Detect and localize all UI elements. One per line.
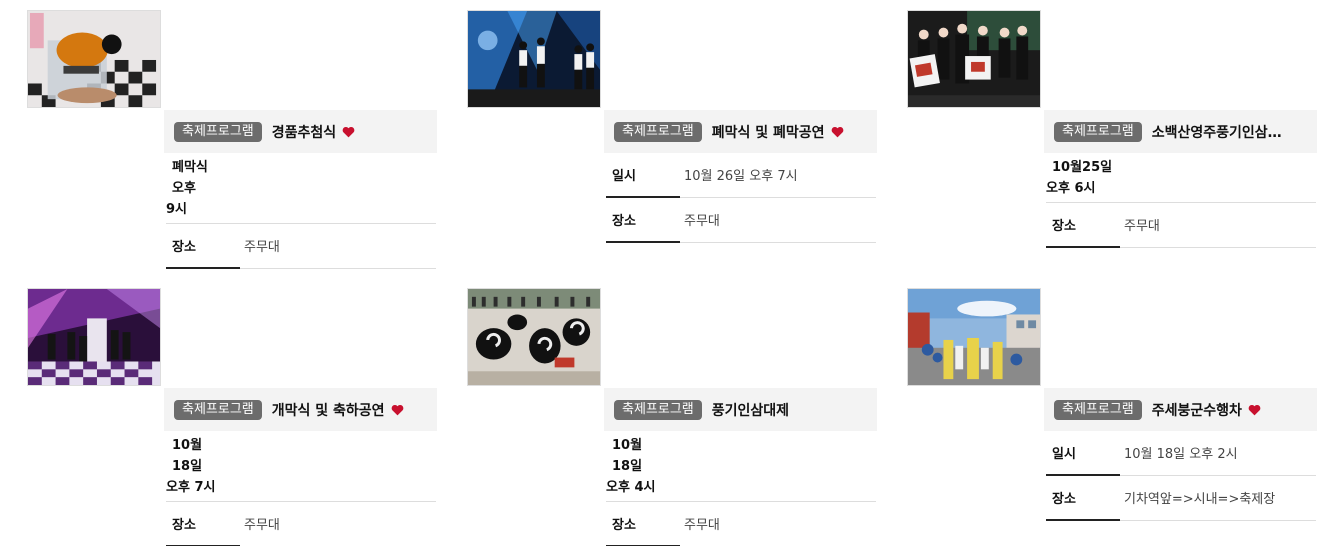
program-card[interactable]: 축제프로그램 풍기인삼대제 10월 18일 오후 4시 장소 주무대 bbox=[467, 288, 877, 546]
place-label: 장소 bbox=[166, 502, 240, 546]
place-row: 장소 주무대 bbox=[1046, 203, 1316, 248]
date-value: 10월 18일 오후 4시 bbox=[606, 438, 656, 495]
date-label: 일시 bbox=[1046, 431, 1120, 476]
date-value: 10월 18일 오후 7시 bbox=[166, 438, 216, 495]
date-row: 10월25일 오후 6시 bbox=[1046, 153, 1316, 203]
card-title[interactable]: 주세붕군수행차 bbox=[1152, 400, 1242, 420]
date-row: 폐막식 오후 9시 bbox=[166, 153, 436, 224]
place-value: 주무대 bbox=[1124, 219, 1160, 234]
category-badge: 축제프로그램 bbox=[174, 399, 262, 420]
heart-icon[interactable] bbox=[342, 126, 355, 138]
program-card[interactable]: 축제프로그램 폐막식 및 폐막공연 일시 10월 26일 오후 7시 장소 주무… bbox=[467, 10, 877, 250]
card-thumbnail[interactable] bbox=[27, 288, 161, 386]
card-thumbnail[interactable] bbox=[907, 10, 1041, 108]
heart-icon[interactable] bbox=[831, 126, 844, 138]
program-card[interactable]: 축제프로그램 개막식 및 축하공연 10월 18일 오후 7시 장소 주무대 bbox=[27, 288, 437, 546]
program-card[interactable]: 축제프로그램 경품추첨식 폐막식 오후 9시 장소 주무대 bbox=[27, 10, 437, 269]
card-thumbnail[interactable] bbox=[907, 288, 1041, 386]
date-row: 일시 10월 26일 오후 7시 bbox=[606, 153, 876, 198]
place-row: 장소 주무대 bbox=[606, 198, 876, 243]
date-row: 10월 18일 오후 7시 bbox=[166, 431, 436, 502]
place-row: 장소 주무대 bbox=[166, 224, 436, 269]
category-badge: 축제프로그램 bbox=[614, 399, 702, 420]
category-badge: 축제프로그램 bbox=[174, 121, 262, 142]
card-title[interactable]: 소백산영주풍기인삼… bbox=[1152, 122, 1282, 142]
category-badge: 축제프로그램 bbox=[1054, 399, 1142, 420]
card-thumbnail[interactable] bbox=[467, 288, 601, 386]
place-label: 장소 bbox=[166, 224, 240, 269]
category-badge: 축제프로그램 bbox=[614, 121, 702, 142]
place-label: 장소 bbox=[606, 502, 680, 546]
place-value: 주무대 bbox=[244, 240, 280, 255]
card-info: 10월 18일 오후 4시 장소 주무대 bbox=[606, 431, 876, 546]
card-header: 축제프로그램 주세붕군수행차 bbox=[1044, 388, 1317, 431]
card-info: 10월 18일 오후 7시 장소 주무대 bbox=[166, 431, 436, 546]
card-header: 축제프로그램 경품추첨식 bbox=[164, 110, 437, 153]
card-header: 축제프로그램 폐막식 및 폐막공연 bbox=[604, 110, 877, 153]
card-thumbnail[interactable] bbox=[467, 10, 601, 108]
card-thumbnail[interactable] bbox=[27, 10, 161, 108]
card-info: 폐막식 오후 9시 장소 주무대 bbox=[166, 153, 436, 269]
place-value: 주무대 bbox=[684, 518, 720, 533]
place-value: 주무대 bbox=[684, 214, 720, 229]
date-row: 10월 18일 오후 4시 bbox=[606, 431, 876, 502]
card-header: 축제프로그램 개막식 및 축하공연 bbox=[164, 388, 437, 431]
card-info: 일시 10월 18일 오후 2시 장소 기차역앞=>시내=>축제장 bbox=[1046, 431, 1316, 521]
place-label: 장소 bbox=[1046, 203, 1120, 248]
program-card[interactable]: 축제프로그램 소백산영주풍기인삼… 10월25일 오후 6시 장소 주무대 bbox=[907, 10, 1317, 250]
date-row: 일시 10월 18일 오후 2시 bbox=[1046, 431, 1316, 476]
date-value: 폐막식 오후 9시 bbox=[166, 160, 208, 217]
heart-icon[interactable] bbox=[391, 404, 404, 416]
card-info: 일시 10월 26일 오후 7시 장소 주무대 bbox=[606, 153, 876, 243]
place-row: 장소 주무대 bbox=[606, 502, 876, 546]
category-badge: 축제프로그램 bbox=[1054, 121, 1142, 142]
place-value: 주무대 bbox=[244, 518, 280, 533]
place-value: 기차역앞=>시내=>축제장 bbox=[1124, 492, 1276, 507]
date-value: 10월25일 오후 6시 bbox=[1046, 160, 1113, 196]
place-row: 장소 주무대 bbox=[166, 502, 436, 546]
place-label: 장소 bbox=[1046, 476, 1120, 521]
card-title[interactable]: 개막식 및 축하공연 bbox=[272, 400, 385, 420]
date-value: 10월 26일 오후 7시 bbox=[684, 169, 798, 184]
card-header: 축제프로그램 소백산영주풍기인삼… bbox=[1044, 110, 1317, 153]
card-title[interactable]: 경품추첨식 bbox=[272, 122, 336, 142]
card-info: 10월25일 오후 6시 장소 주무대 bbox=[1046, 153, 1316, 248]
place-row: 장소 기차역앞=>시내=>축제장 bbox=[1046, 476, 1316, 521]
heart-icon[interactable] bbox=[1248, 404, 1261, 416]
date-label: 일시 bbox=[606, 153, 680, 198]
card-header: 축제프로그램 풍기인삼대제 bbox=[604, 388, 877, 431]
card-title[interactable]: 풍기인삼대제 bbox=[712, 400, 789, 420]
place-label: 장소 bbox=[606, 198, 680, 243]
program-card[interactable]: 축제프로그램 주세붕군수행차 일시 10월 18일 오후 2시 장소 기차역앞=… bbox=[907, 288, 1317, 528]
date-value: 10월 18일 오후 2시 bbox=[1124, 447, 1238, 462]
card-title[interactable]: 폐막식 및 폐막공연 bbox=[712, 122, 825, 142]
